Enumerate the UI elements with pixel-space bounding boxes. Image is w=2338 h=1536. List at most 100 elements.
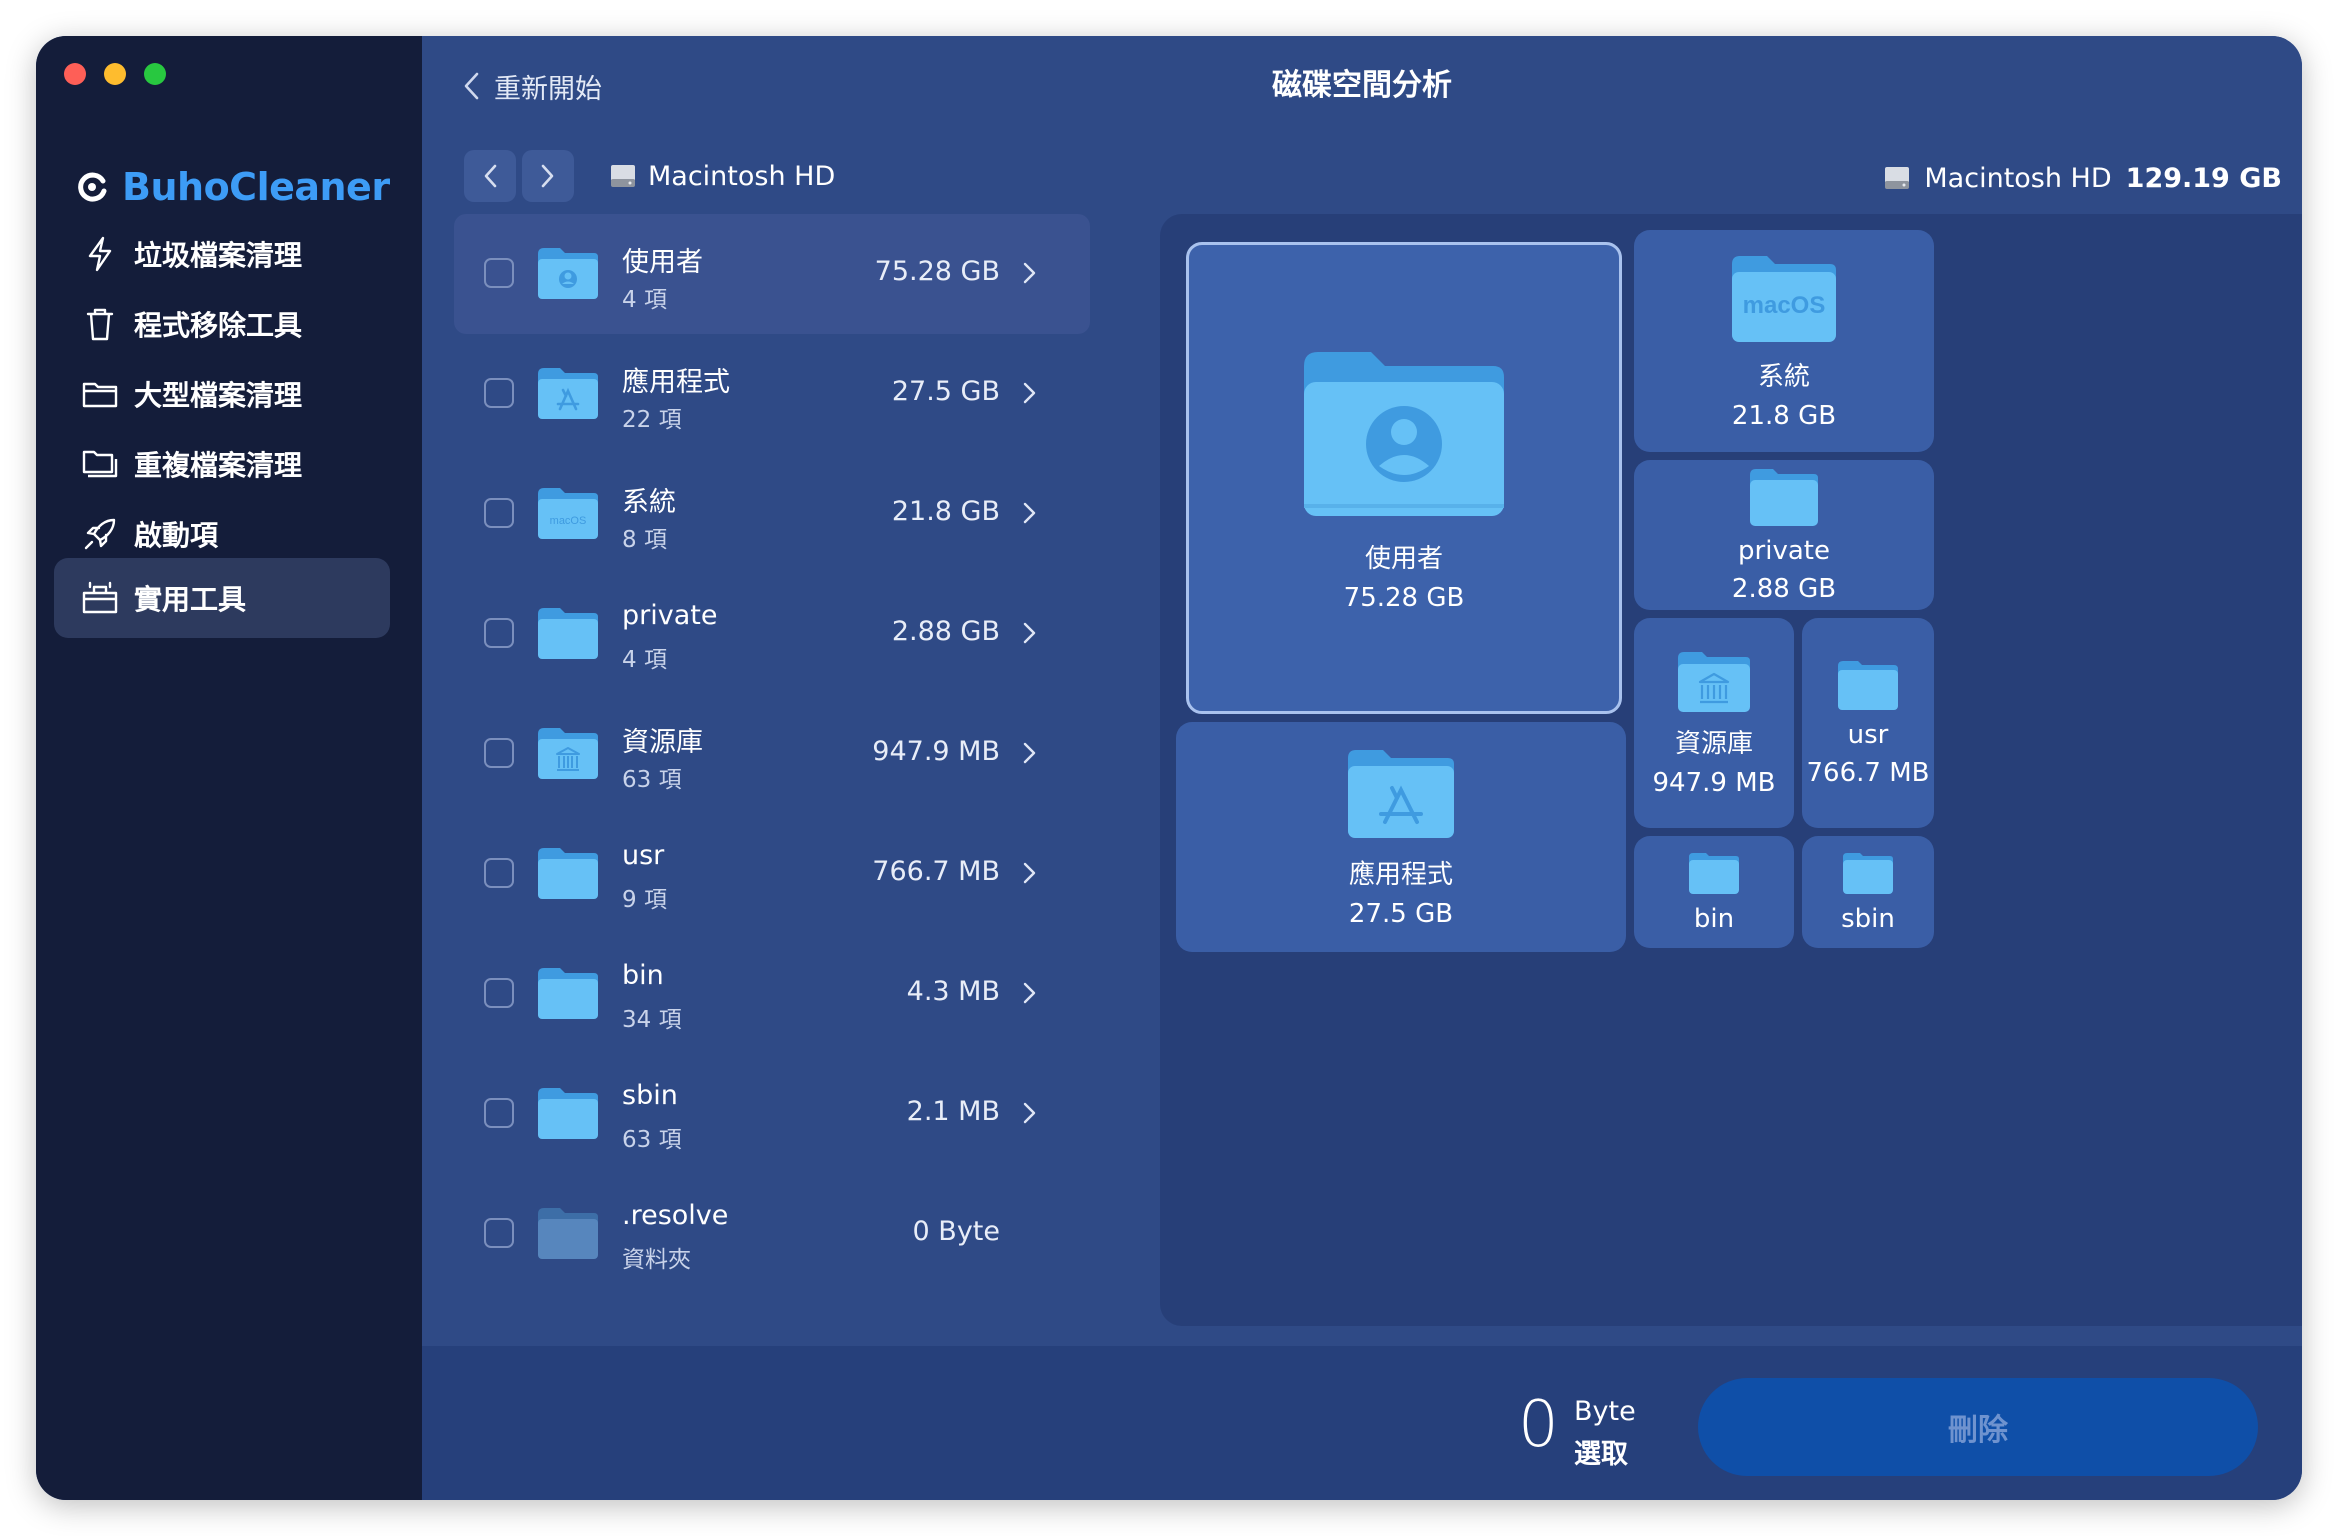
folder-item-count: 4 項 [622, 647, 667, 673]
chevron-right-icon[interactable] [1020, 738, 1040, 768]
select-checkbox[interactable] [484, 978, 514, 1008]
treemap-tile-system[interactable]: macOS 系統 21.8 GB [1634, 230, 1934, 452]
sidebar-item-label: 大型檔案清理 [134, 379, 303, 412]
folder-icon [1843, 853, 1893, 894]
list-item[interactable]: sbin 63 項 2.1 MB [454, 1054, 1090, 1174]
list-item[interactable]: .resolve 資料夾 0 Byte [454, 1174, 1090, 1294]
tile-size: 766.7 MB [1806, 758, 1930, 788]
sidebar-item-label: 實用工具 [134, 583, 247, 616]
folder-size: 947.9 MB [872, 736, 1000, 767]
chevron-right-icon[interactable] [1020, 858, 1040, 888]
tile-size: 2.88 GB [1731, 574, 1837, 604]
folder-item-count: 8 項 [622, 527, 667, 553]
folder-item-count: 63 項 [622, 767, 682, 793]
treemap-tile-users[interactable]: 使用者 75.28 GB [1186, 242, 1622, 714]
tile-name: sbin [1841, 904, 1895, 934]
apps-folder-icon [1348, 749, 1454, 838]
nav-back-button[interactable] [464, 150, 516, 202]
treemap-tile-apps[interactable]: 應用程式 27.5 GB [1176, 722, 1626, 952]
select-checkbox[interactable] [484, 1098, 514, 1128]
close-window-button[interactable] [64, 63, 86, 85]
tile-name: private [1738, 536, 1830, 566]
nav-forward-button[interactable] [522, 150, 574, 202]
back-button[interactable]: 重新開始 [462, 58, 602, 114]
sidebar-item-label: 程式移除工具 [134, 309, 303, 342]
treemap-tile-bin[interactable]: bin [1634, 836, 1794, 948]
disk-treemap: 使用者 75.28 GB 應用程式 27.5 GB macOS 系統 21.8 … [1160, 214, 2302, 1326]
chevron-right-icon[interactable] [1020, 378, 1040, 408]
chevron-right-icon[interactable] [1020, 498, 1040, 528]
folder-size: 4.3 MB [906, 976, 1000, 1007]
sidebar-item-label: 垃圾檔案清理 [134, 239, 303, 272]
select-checkbox[interactable] [484, 498, 514, 528]
sidebar-item-label: 重複檔案清理 [134, 449, 303, 482]
select-checkbox[interactable] [484, 378, 514, 408]
folder-icon [538, 968, 598, 1019]
folder-size: 0 Byte [912, 1216, 1000, 1247]
selected-size-value: 0 [1518, 1388, 1559, 1462]
zoom-window-button[interactable] [144, 63, 166, 85]
folder-size: 21.8 GB [891, 496, 1000, 527]
app-window: BuhoCleaner 垃圾檔案清理 程式移除工具 大型檔案清理 重複檔案清理 [36, 36, 2302, 1500]
folder-name: 應用程式 [622, 367, 730, 398]
sidebar-item-app-uninstaller[interactable]: 程式移除工具 [54, 284, 390, 364]
chevron-right-icon[interactable] [1020, 1098, 1040, 1128]
page-title: 磁碟空間分析 [1272, 68, 1452, 103]
minimize-window-button[interactable] [104, 63, 126, 85]
folder-name: sbin [622, 1080, 678, 1111]
sidebar-item-duplicate-files[interactable]: 重複檔案清理 [54, 424, 390, 504]
list-item[interactable]: usr 9 項 766.7 MB [454, 814, 1090, 934]
treemap-tile-private[interactable]: private 2.88 GB [1634, 460, 1934, 610]
folder-list: 使用者 4 項 75.28 GB 應用程式 22 項 27.5 GB macOS… [454, 214, 1090, 1324]
select-checkbox[interactable] [484, 618, 514, 648]
disk-name: Macintosh HD [1924, 162, 2112, 194]
svg-text:macOS: macOS [550, 515, 587, 527]
list-item[interactable]: 應用程式 22 項 27.5 GB [454, 334, 1090, 454]
tile-name: 使用者 [1364, 543, 1443, 574]
treemap-tile-library[interactable]: 資源庫 947.9 MB [1634, 618, 1794, 828]
chevron-right-icon[interactable] [1020, 258, 1040, 288]
select-checkbox[interactable] [484, 738, 514, 768]
chevron-right-icon[interactable] [1020, 618, 1040, 648]
treemap-tile-usr[interactable]: usr 766.7 MB [1802, 618, 1934, 828]
folder-name: private [622, 600, 718, 631]
folder-size: 766.7 MB [872, 856, 1000, 887]
bottom-bar: 0 Byte 選取 刪除 [422, 1346, 2302, 1500]
folder-size: 27.5 GB [891, 376, 1000, 407]
history-navigation [464, 150, 580, 202]
chevron-right-icon[interactable] [1020, 978, 1040, 1008]
macos-folder-icon: macOS [538, 488, 598, 539]
select-checkbox[interactable] [484, 858, 514, 888]
sidebar-item-toolkit[interactable]: 實用工具 [54, 558, 390, 638]
sidebar-item-junk-cleanup[interactable]: 垃圾檔案清理 [54, 214, 390, 294]
folder-name: 使用者 [622, 247, 703, 278]
toolbox-icon [80, 578, 120, 618]
select-checkbox[interactable] [484, 1218, 514, 1248]
brand-logo: BuhoCleaner [76, 162, 390, 212]
list-item[interactable]: 資源庫 63 項 947.9 MB [454, 694, 1090, 814]
list-item[interactable]: bin 34 項 4.3 MB [454, 934, 1090, 1054]
user-folder-icon [538, 248, 598, 299]
selected-label: 選取 [1574, 1439, 1628, 1470]
treemap-tile-sbin[interactable]: sbin [1802, 836, 1934, 948]
breadcrumb-item[interactable]: Macintosh HD [648, 161, 835, 192]
folder-name: .resolve [622, 1200, 729, 1231]
folder-name: bin [622, 960, 664, 991]
folder-name: 資源庫 [622, 727, 703, 758]
folder-item-count: 22 項 [622, 407, 682, 433]
folder-item-count: 資料夾 [622, 1247, 691, 1273]
select-checkbox[interactable] [484, 258, 514, 288]
folder-icon [538, 1088, 598, 1139]
selected-size-unit: Byte [1574, 1396, 1636, 1427]
list-item[interactable]: private 4 項 2.88 GB [454, 574, 1090, 694]
tile-size: 75.28 GB [1343, 582, 1465, 613]
list-item[interactable]: macOS 系統 8 項 21.8 GB [454, 454, 1090, 574]
delete-button[interactable]: 刪除 [1698, 1378, 2258, 1476]
sidebar-item-large-files[interactable]: 大型檔案清理 [54, 354, 390, 434]
folder-icon [1689, 853, 1739, 894]
tile-size: 27.5 GB [1348, 898, 1454, 929]
folder-name: usr [622, 840, 665, 871]
folder-icon [538, 848, 598, 899]
tile-name: 資源庫 [1674, 728, 1753, 759]
list-item[interactable]: 使用者 4 項 75.28 GB [454, 214, 1090, 334]
